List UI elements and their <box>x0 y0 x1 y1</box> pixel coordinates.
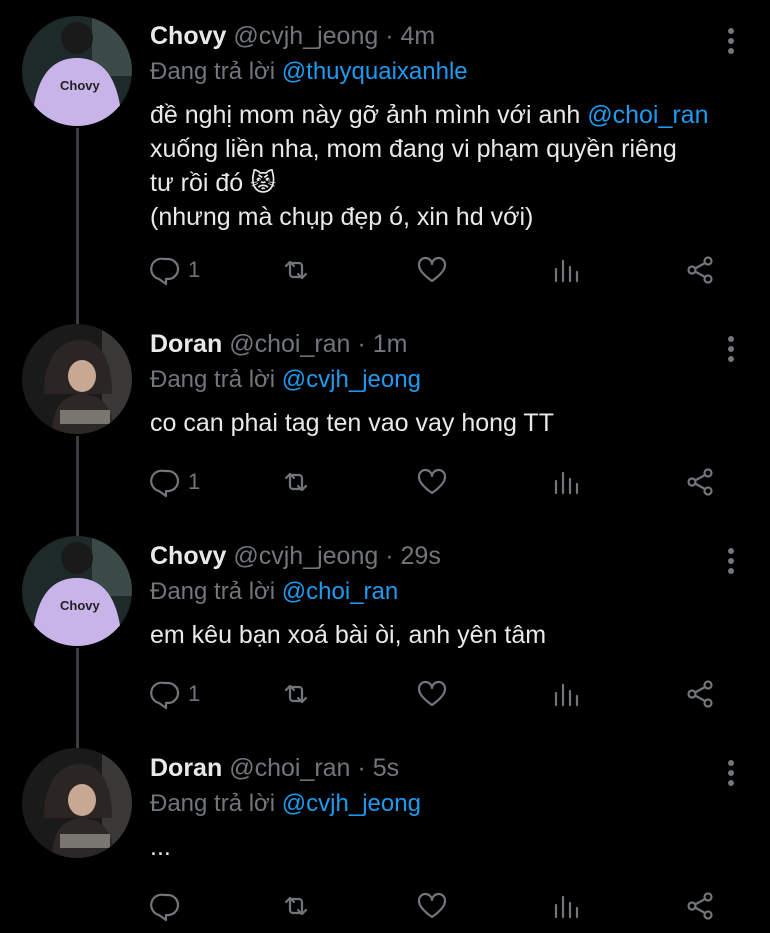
more-icon[interactable] <box>727 28 735 58</box>
svg-text:Chovy: Chovy <box>60 78 101 93</box>
tweet-text: ... <box>150 833 171 861</box>
retweet-button[interactable] <box>280 888 312 924</box>
handle[interactable]: @choi_ran <box>229 330 350 358</box>
reply-button[interactable]: 1 <box>150 252 200 288</box>
timestamp[interactable]: · 29s <box>385 542 441 570</box>
retweet-button[interactable] <box>280 464 312 500</box>
share-button[interactable] <box>684 888 716 924</box>
reply-button[interactable] <box>150 888 188 924</box>
analytics-button[interactable] <box>551 252 583 288</box>
avatar[interactable] <box>22 748 132 858</box>
reply-icon <box>150 257 180 286</box>
replying-to-link[interactable]: @thuyquaixanhle <box>282 58 468 85</box>
action-bar <box>150 888 740 924</box>
display-name[interactable]: Doran <box>150 330 222 358</box>
analytics-icon <box>554 683 579 707</box>
action-bar: 1 <box>150 676 740 712</box>
retweet-icon <box>284 896 308 916</box>
reply-count: 1 <box>188 469 201 494</box>
share-button[interactable] <box>684 252 716 288</box>
display-name[interactable]: Chovy <box>150 542 226 570</box>
like-icon <box>417 468 447 495</box>
analytics-button[interactable] <box>551 464 583 500</box>
avatar[interactable] <box>22 324 132 434</box>
more-icon[interactable] <box>727 336 735 366</box>
retweet-icon <box>284 684 308 704</box>
doran-avatar-image <box>22 324 132 434</box>
avatar[interactable]: Chovy <box>22 536 132 646</box>
tweet-text: đề nghị mom này gỡ ảnh mình với anh @cho… <box>150 101 709 231</box>
replying-to: Đang trả lời @cvjh_jeong <box>150 790 421 817</box>
share-icon <box>687 680 713 708</box>
timestamp[interactable]: · 1m <box>357 330 407 358</box>
replying-to: Đang trả lời @cvjh_jeong <box>150 366 421 393</box>
more-icon[interactable] <box>727 760 735 790</box>
avatar[interactable]: Chovy <box>22 16 132 126</box>
timestamp[interactable]: · 5s <box>357 754 399 782</box>
timestamp[interactable]: · 4m <box>385 22 435 50</box>
tweet-text: co can phai tag ten vao vay hong TT <box>150 409 554 437</box>
share-button[interactable] <box>684 676 716 712</box>
retweet-icon <box>284 472 308 492</box>
like-icon <box>417 680 447 707</box>
reply-count: 1 <box>188 681 201 706</box>
retweet-icon <box>284 260 308 280</box>
more-icon[interactable] <box>727 548 735 578</box>
handle[interactable]: @cvjh_jeong <box>233 22 378 50</box>
analytics-button[interactable] <box>551 676 583 712</box>
like-button[interactable] <box>416 676 448 712</box>
reply-count: 1 <box>188 257 201 282</box>
reply-icon <box>150 681 180 710</box>
replying-to-link[interactable]: @cvjh_jeong <box>282 366 421 393</box>
chovy-avatar-image: Chovy <box>22 536 132 646</box>
like-icon <box>417 892 447 919</box>
tweet[interactable]: Doran @choi_ran · 1m Đang trả lời @cvjh_… <box>0 322 770 526</box>
retweet-button[interactable] <box>280 252 312 288</box>
tweet-text: em kêu bạn xoá bài òi, anh yên tâm <box>150 621 547 649</box>
tweet[interactable]: Chovy Chovy @cvjh_jeong · 29s Đang trả l… <box>0 534 770 738</box>
share-icon <box>687 468 713 496</box>
display-name[interactable]: Chovy <box>150 22 226 50</box>
like-button[interactable] <box>416 464 448 500</box>
svg-text:Chovy: Chovy <box>60 598 101 613</box>
reply-icon <box>150 469 180 498</box>
share-icon <box>687 256 713 284</box>
display-name[interactable]: Doran <box>150 754 222 782</box>
action-bar: 1 <box>150 464 740 500</box>
like-icon <box>417 256 447 283</box>
analytics-icon <box>554 259 579 283</box>
chovy-avatar-image: Chovy <box>22 16 132 126</box>
replying-to-link[interactable]: @cvjh_jeong <box>282 790 421 817</box>
doran-avatar-image <box>22 748 132 858</box>
analytics-button[interactable] <box>551 888 583 924</box>
share-button[interactable] <box>684 464 716 500</box>
analytics-icon <box>554 895 579 919</box>
analytics-icon <box>554 471 579 495</box>
replying-to: Đang trả lời @choi_ran <box>150 578 399 605</box>
reply-button[interactable]: 1 <box>150 676 200 712</box>
like-button[interactable] <box>416 888 448 924</box>
replying-to: Đang trả lời @thuyquaixanhle <box>150 58 468 85</box>
reply-icon <box>150 893 180 922</box>
retweet-button[interactable] <box>280 676 312 712</box>
handle[interactable]: @choi_ran <box>229 754 350 782</box>
tweet[interactable]: Chovy Chovy @cvjh_jeong · 4m Đang trả lờ… <box>0 14 770 314</box>
mention-link[interactable]: @choi_ran <box>587 101 708 129</box>
handle[interactable]: @cvjh_jeong <box>233 542 378 570</box>
action-bar: 1 <box>150 252 740 288</box>
share-icon <box>687 892 713 920</box>
replying-to-link[interactable]: @choi_ran <box>282 578 398 605</box>
reply-button[interactable]: 1 <box>150 464 200 500</box>
tweet[interactable]: Doran @choi_ran · 5s Đang trả lời @cvjh_… <box>0 746 770 933</box>
like-button[interactable] <box>416 252 448 288</box>
